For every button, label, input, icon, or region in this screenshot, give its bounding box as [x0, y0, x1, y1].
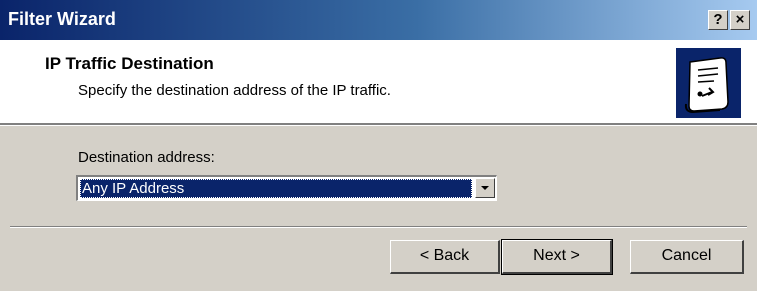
help-button[interactable]: ? [708, 10, 728, 30]
page-subtitle: Specify the destination address of the I… [78, 82, 391, 99]
filter-wizard-dialog: Filter Wizard ? × IP Traffic Destination… [0, 0, 757, 291]
page-title: IP Traffic Destination [45, 54, 214, 73]
destination-address-value[interactable]: Any IP Address [80, 179, 472, 198]
window-title: Filter Wizard [8, 9, 116, 29]
chevron-down-icon[interactable] [475, 178, 495, 198]
close-button[interactable]: × [730, 10, 750, 30]
wizard-header: IP Traffic Destination Specify the desti… [0, 40, 757, 123]
cancel-button[interactable]: Cancel [630, 240, 744, 274]
destination-address-label: Destination address: [78, 149, 215, 166]
destination-address-select[interactable]: Any IP Address [76, 175, 497, 201]
back-button[interactable]: < Back [390, 240, 500, 274]
footer-divider [10, 226, 747, 228]
title-bar[interactable]: Filter Wizard ? × [0, 0, 757, 40]
wizard-scroll-icon [676, 48, 741, 118]
next-button[interactable]: Next > [501, 239, 613, 275]
header-divider [0, 123, 757, 126]
